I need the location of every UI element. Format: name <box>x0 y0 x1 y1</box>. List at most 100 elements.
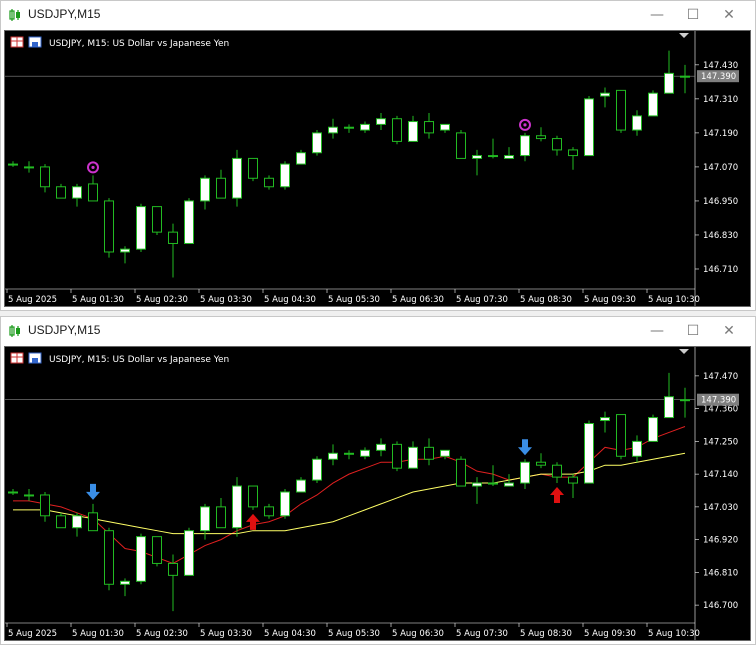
bear-candle-body <box>616 89 626 131</box>
bull-candle-body <box>680 399 690 402</box>
bull-candle-body <box>200 506 210 532</box>
candle <box>136 203 146 252</box>
bear-candle-body <box>56 186 66 199</box>
close-button[interactable]: ✕ <box>719 321 739 341</box>
bull-candle-body <box>136 536 146 582</box>
bull-candle-body <box>488 482 498 485</box>
bull-candle-body <box>488 155 498 158</box>
candle <box>24 161 34 173</box>
bull-candle-body <box>120 580 130 585</box>
chart-header-icons <box>10 352 42 364</box>
x-tick-label: 5 Aug 07:30 <box>456 295 508 305</box>
candle <box>104 198 114 258</box>
x-tick-label: 5 Aug 07:30 <box>456 629 508 639</box>
bear-candle-body <box>216 506 226 529</box>
bull-candle-body <box>184 200 194 244</box>
candle <box>664 372 674 419</box>
minimize-button[interactable]: — <box>647 5 667 25</box>
candle <box>312 456 322 484</box>
x-tick-label: 5 Aug 01:30 <box>72 629 124 639</box>
candle <box>280 161 290 190</box>
bull-candle-body <box>72 186 82 199</box>
candle <box>280 489 290 519</box>
bull-candle-body <box>120 248 130 253</box>
candlestick-app-icon <box>9 9 20 21</box>
bear-candle-body <box>536 135 546 140</box>
candle <box>40 164 50 193</box>
title-bar[interactable]: USDJPY,M15 — ☐ ✕ <box>1 317 755 345</box>
bull-candle-body <box>440 123 450 131</box>
candle <box>40 491 50 522</box>
maximize-button[interactable]: ☐ <box>683 5 703 25</box>
candle <box>664 50 674 94</box>
candle <box>248 485 258 510</box>
scroll-shift-marker <box>679 349 689 354</box>
x-tick-label: 5 Aug 01:30 <box>72 295 124 305</box>
candle <box>120 578 130 597</box>
bear-candle-body <box>536 461 546 466</box>
candle <box>488 138 498 159</box>
candle <box>680 64 690 94</box>
x-tick-label: 5 Aug 04:30 <box>264 295 316 305</box>
bull-candle-body <box>296 152 306 165</box>
bear-candle-body <box>568 476 578 484</box>
candle <box>600 87 610 108</box>
close-button[interactable]: ✕ <box>719 5 739 25</box>
bull-candle-body <box>504 155 514 159</box>
price-chart[interactable]: USDJPY, M15: US Dollar vs Japanese Yen 14… <box>5 31 750 306</box>
candle <box>504 474 514 487</box>
bear-candle-body <box>168 562 178 576</box>
bear-candle-body <box>216 177 226 199</box>
bear-candle-body <box>88 512 98 532</box>
bull-candle-body <box>632 440 642 457</box>
candle <box>520 459 530 490</box>
candle <box>296 477 306 493</box>
candle <box>632 110 642 136</box>
candle <box>632 435 642 463</box>
price-chart[interactable]: USDJPY, M15: US Dollar vs Japanese Yen 14… <box>5 347 750 640</box>
bull-candle-body <box>520 461 530 484</box>
candle <box>424 438 434 466</box>
maximize-button[interactable]: ☐ <box>683 321 703 341</box>
y-tick-label: 146.810 <box>703 568 738 578</box>
candle <box>376 113 386 131</box>
candle <box>440 123 450 133</box>
chart-canvas[interactable]: USDJPY, M15: US Dollar vs Japanese Yen 14… <box>4 346 751 641</box>
candle <box>392 441 402 472</box>
chart-window-top: USDJPY,M15 — ☐ ✕ USDJPY, M15: US Dollar … <box>0 0 756 311</box>
candle <box>200 175 210 210</box>
candle <box>360 447 370 460</box>
bull-candle-body <box>200 177 210 202</box>
bear-candle-body <box>264 177 274 188</box>
candle <box>568 474 578 498</box>
candle <box>552 462 562 484</box>
candle <box>616 414 626 460</box>
bear-candle-body <box>552 138 562 151</box>
candle <box>312 130 322 156</box>
chart-header-text: USDJPY, M15: US Dollar vs Japanese Yen <box>49 355 229 365</box>
x-tick-label: 5 Aug 05:30 <box>328 295 380 305</box>
window-title: USDJPY,M15 <box>28 323 101 337</box>
bull-candle-body <box>472 482 482 487</box>
bull-candle-body <box>584 98 594 157</box>
y-tick-label: 147.190 <box>703 129 738 139</box>
bear-candle-body <box>168 231 178 244</box>
minimize-button[interactable]: — <box>647 321 667 341</box>
bull-candle-body <box>504 482 514 487</box>
candle <box>296 149 306 165</box>
x-tick-label: 5 Aug 09:30 <box>584 629 636 639</box>
candle <box>600 411 610 433</box>
sell-arrow-icon <box>518 439 532 456</box>
x-tick-label: 5 Aug 09:30 <box>584 295 636 305</box>
x-tick-label: 5 Aug 2025 <box>8 629 57 639</box>
candle <box>232 149 242 207</box>
chart-header-icons <box>10 36 42 48</box>
bull-candle-body <box>328 452 338 460</box>
candle <box>8 161 18 167</box>
bull-candle-body <box>584 423 594 484</box>
current-price-label: 147.390 <box>701 396 736 406</box>
chart-canvas[interactable]: USDJPY, M15: US Dollar vs Japanese Yen 14… <box>4 30 751 307</box>
candle <box>360 121 370 133</box>
bull-candle-body <box>664 396 674 419</box>
title-bar[interactable]: USDJPY,M15 — ☐ ✕ <box>1 1 755 29</box>
